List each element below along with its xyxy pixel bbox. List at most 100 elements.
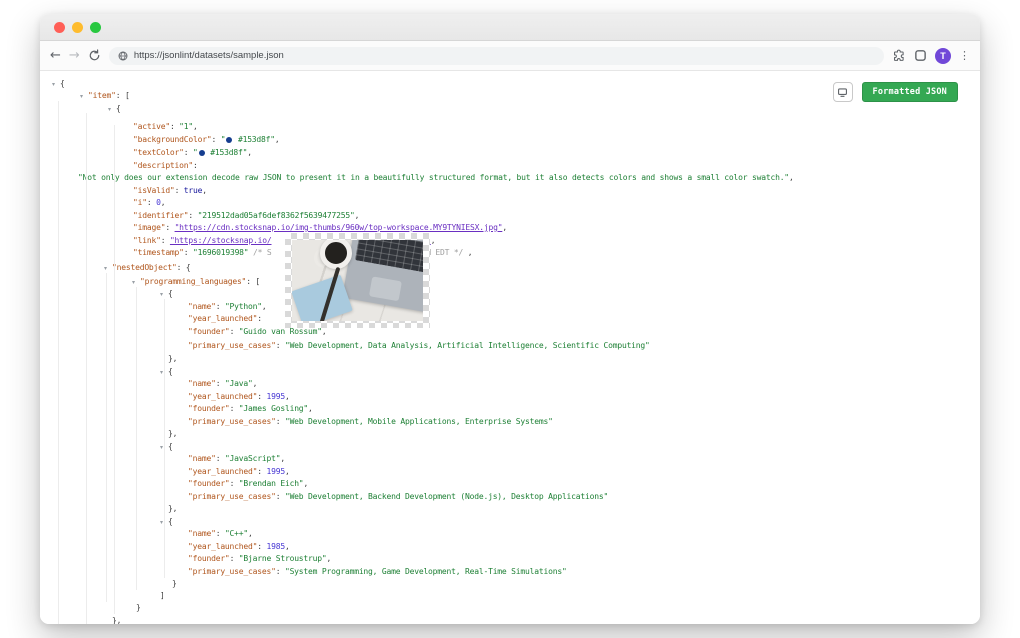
- json-token: ": [221, 135, 226, 144]
- json-line: },: [112, 616, 121, 624]
- color-swatch: [226, 137, 232, 143]
- side-panel-icon[interactable]: [914, 49, 927, 62]
- json-token: ,: [463, 248, 472, 257]
- json-token: "Bjarne Stroustrup": [239, 554, 327, 563]
- json-token: {: [60, 79, 65, 88]
- formatted-json-button[interactable]: Formatted JSON: [862, 82, 958, 102]
- json-line: }: [136, 603, 141, 613]
- json-token: ,: [308, 404, 313, 413]
- json-token: ,: [303, 479, 308, 488]
- json-line: ]: [160, 591, 165, 601]
- json-token: #153d8f": [233, 135, 275, 144]
- indent-guide: [58, 101, 59, 624]
- json-token: :: [216, 529, 225, 538]
- close-window-button[interactable]: [54, 22, 65, 33]
- json-token: "name": [188, 454, 216, 463]
- indent-guide: [106, 273, 107, 602]
- json-token: "Python": [225, 302, 262, 311]
- json-line: "year_launched": 1995,: [188, 392, 290, 402]
- json-token: 1995: [266, 392, 284, 401]
- profile-avatar[interactable]: T: [935, 48, 951, 64]
- collapse-arrow-icon[interactable]: ▾: [160, 290, 163, 300]
- json-line: ▾{: [168, 289, 173, 299]
- json-line: }: [172, 579, 177, 589]
- json-line: "image": "https://cdn.stocksnap.io/img-t…: [133, 223, 507, 233]
- json-token: ,: [202, 186, 207, 195]
- json-token: :: [230, 327, 239, 336]
- json-token: "Not only does our extension decode raw …: [78, 173, 789, 182]
- json-token: }: [136, 603, 141, 612]
- json-token: ,: [280, 454, 285, 463]
- collapse-arrow-icon[interactable]: ▾: [52, 80, 55, 90]
- collapse-arrow-icon[interactable]: ▾: [160, 443, 163, 453]
- json-token: ,: [322, 327, 327, 336]
- extensions-puzzle-icon[interactable]: [892, 49, 906, 63]
- json-link[interactable]: "https://cdn.stocksnap.io/img-thumbs/960…: [175, 223, 503, 232]
- json-token: "C++": [225, 529, 248, 538]
- json-line: ▾{: [168, 442, 173, 452]
- json-token: "year_launched": [188, 542, 257, 551]
- json-token: "year_launched": [188, 392, 257, 401]
- json-token: :: [211, 135, 220, 144]
- json-token: :: [165, 223, 174, 232]
- json-token: ,: [253, 379, 258, 388]
- collapse-arrow-icon[interactable]: ▾: [160, 368, 163, 378]
- json-line: "i": 0,: [133, 198, 165, 208]
- json-line: "textColor": " #153d8f",: [133, 148, 252, 158]
- json-viewer: Formatted JSON ▾{▾"item": [▾{"active": "…: [40, 71, 980, 624]
- json-token: ,: [247, 148, 252, 157]
- monitor-icon: [837, 87, 848, 98]
- raw-view-button[interactable]: [833, 82, 853, 102]
- json-token: "item": [88, 91, 116, 100]
- json-token: :: [170, 122, 179, 131]
- back-icon[interactable]: ←: [50, 49, 61, 62]
- json-token: "primary_use_cases": [188, 417, 276, 426]
- json-line: "year_launched":: [188, 314, 266, 324]
- json-token: {: [168, 367, 173, 376]
- json-token: "i": [133, 198, 147, 207]
- json-token: "1": [179, 122, 193, 131]
- json-token: ,: [161, 198, 166, 207]
- json-token: :: [184, 148, 193, 157]
- json-token: "identifier": [133, 211, 188, 220]
- site-globe-icon: [118, 51, 128, 61]
- minimize-window-button[interactable]: [72, 22, 83, 33]
- json-link[interactable]: "https://stocksnap.io/: [170, 236, 272, 245]
- json-line: "year_launched": 1985,: [188, 542, 290, 552]
- collapse-arrow-icon[interactable]: ▾: [108, 105, 111, 115]
- json-line: "description":: [133, 161, 198, 171]
- json-token: /* S: [248, 248, 271, 257]
- json-line: "name": "C++",: [188, 529, 253, 539]
- json-token: "founder": [188, 327, 230, 336]
- json-token: ,: [285, 542, 290, 551]
- json-token: "name": [188, 302, 216, 311]
- json-token: :: [216, 454, 225, 463]
- json-token: "Brendan Eich": [239, 479, 304, 488]
- collapse-arrow-icon[interactable]: ▾: [160, 518, 163, 528]
- json-token: :: [230, 554, 239, 563]
- forward-icon[interactable]: →: [69, 49, 80, 62]
- json-token: "1696019398": [193, 248, 248, 257]
- json-token: "textColor": [133, 148, 184, 157]
- json-token: },: [168, 429, 177, 438]
- json-token: "image": [133, 223, 165, 232]
- json-token: ,: [248, 529, 253, 538]
- json-token: "year_launched": [188, 314, 257, 323]
- color-swatch: [199, 150, 205, 156]
- json-token: "nestedObject": [112, 263, 177, 272]
- json-token: :: [276, 567, 285, 576]
- zoom-window-button[interactable]: [90, 22, 101, 33]
- json-token: ,: [502, 223, 507, 232]
- json-token: ,: [327, 554, 332, 563]
- json-token: "James Gosling": [239, 404, 308, 413]
- json-token: "founder": [188, 554, 230, 563]
- url-bar[interactable]: https://jsonlint/datasets/sample.json: [109, 47, 884, 65]
- json-token: },: [168, 504, 177, 513]
- json-token: "backgroundColor": [133, 135, 211, 144]
- json-line: "name": "JavaScript",: [188, 454, 285, 464]
- collapse-arrow-icon[interactable]: ▾: [132, 278, 135, 288]
- json-token: ": [193, 148, 198, 157]
- collapse-arrow-icon[interactable]: ▾: [80, 92, 83, 102]
- browser-menu-icon[interactable]: ⋮: [959, 49, 970, 62]
- reload-icon[interactable]: [88, 49, 101, 62]
